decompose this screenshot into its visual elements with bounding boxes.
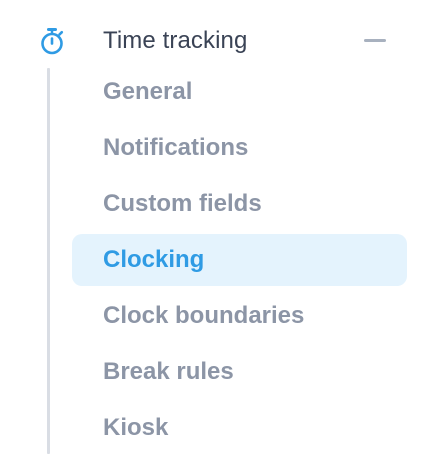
nav-item-label: Custom fields bbox=[103, 190, 262, 217]
nav-item-label: Clock boundaries bbox=[103, 302, 305, 329]
stopwatch-icon bbox=[37, 26, 67, 56]
nav-item-kiosk[interactable]: Kiosk bbox=[72, 402, 407, 454]
nav-item-label: Notifications bbox=[103, 134, 249, 161]
nav-item-general[interactable]: General bbox=[72, 66, 407, 118]
nav-item-clock-boundaries[interactable]: Clock boundaries bbox=[72, 290, 407, 342]
minus-icon bbox=[364, 39, 386, 42]
section-title: Time tracking bbox=[103, 27, 248, 54]
nav-item-label: General bbox=[103, 78, 193, 105]
tree-connector-line bbox=[47, 68, 50, 454]
nav-item-notifications[interactable]: Notifications bbox=[72, 122, 407, 174]
nav-item-label: Clocking bbox=[103, 246, 205, 273]
settings-sidebar-nav: Time tracking General Notifications Cust… bbox=[0, 0, 428, 460]
nav-item-label: Kiosk bbox=[103, 414, 169, 441]
nav-item-clocking[interactable]: Clocking bbox=[72, 234, 407, 286]
collapse-button[interactable] bbox=[358, 26, 390, 56]
nav-item-custom-fields[interactable]: Custom fields bbox=[72, 178, 407, 230]
nav-item-label: Break rules bbox=[103, 358, 234, 385]
nav-item-break-rules[interactable]: Break rules bbox=[72, 346, 407, 398]
section-header-time-tracking[interactable]: Time tracking bbox=[0, 18, 428, 64]
